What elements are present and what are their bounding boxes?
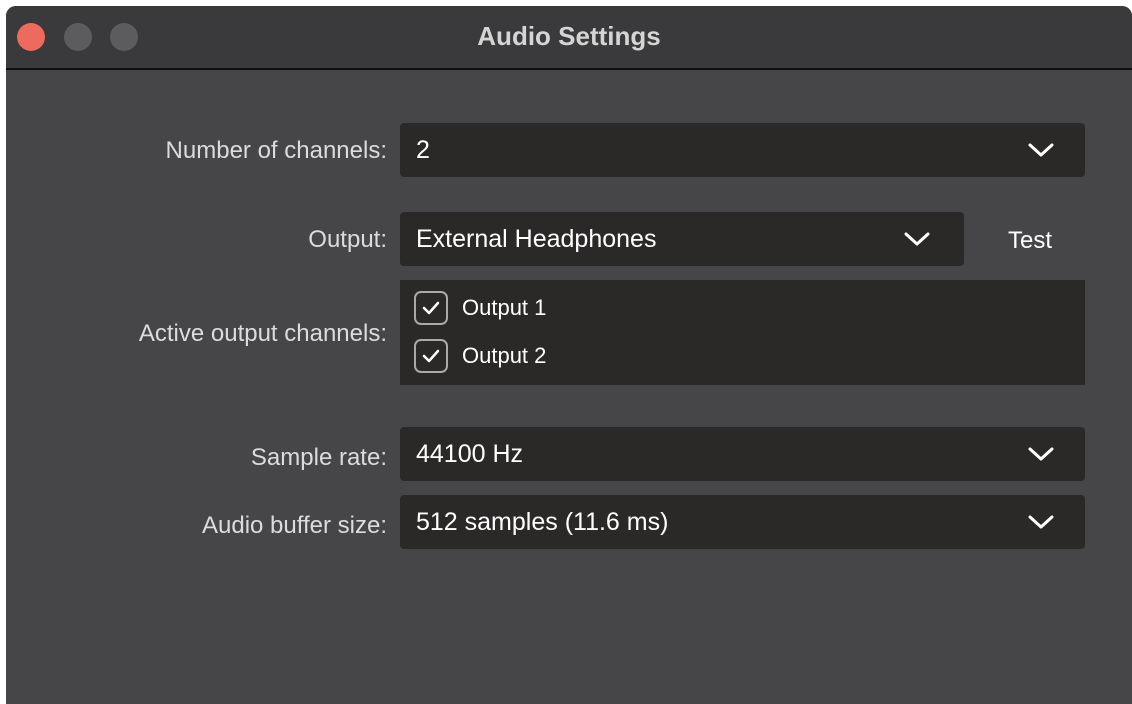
sample-rate-label: Sample rate:	[250, 444, 387, 471]
output-label: Output:	[308, 226, 387, 253]
sample-rate-select[interactable]: 44100 Hz	[400, 427, 1085, 481]
output-1-checkbox[interactable]	[414, 291, 448, 325]
audio-settings-window: Audio Settings Number of channels: 2 Out…	[6, 6, 1132, 704]
sample-rate-value: 44100 Hz	[416, 440, 524, 468]
chevron-down-icon	[1026, 495, 1056, 549]
output-1-row[interactable]: Output 1	[414, 290, 546, 326]
chevron-down-icon	[1026, 123, 1056, 177]
checkmark-icon	[422, 301, 440, 315]
channels-label: Number of channels:	[165, 137, 387, 164]
checkmark-icon	[422, 349, 440, 363]
channels-select[interactable]: 2	[400, 123, 1085, 177]
output-2-row[interactable]: Output 2	[414, 338, 546, 374]
active-channels-label: Active output channels:	[138, 320, 387, 347]
window-title: Audio Settings	[477, 21, 661, 51]
channels-value: 2	[416, 136, 430, 164]
output-2-label: Output 2	[462, 343, 547, 368]
buffer-size-select[interactable]: 512 samples (11.6 ms)	[400, 495, 1085, 549]
test-button[interactable]: Test	[994, 226, 1066, 256]
buffer-size-label: Audio buffer size:	[201, 512, 387, 539]
title-bar[interactable]: Audio Settings	[6, 6, 1132, 70]
active-channels-list: Output 1 Output 2	[400, 280, 1085, 385]
output-value: External Headphones	[416, 225, 657, 253]
chevron-down-icon	[902, 212, 932, 266]
output-1-label: Output 1	[462, 295, 547, 320]
output-2-checkbox[interactable]	[414, 339, 448, 373]
chevron-down-icon	[1026, 427, 1056, 481]
output-select[interactable]: External Headphones	[400, 212, 964, 266]
buffer-size-value: 512 samples (11.6 ms)	[416, 508, 669, 536]
